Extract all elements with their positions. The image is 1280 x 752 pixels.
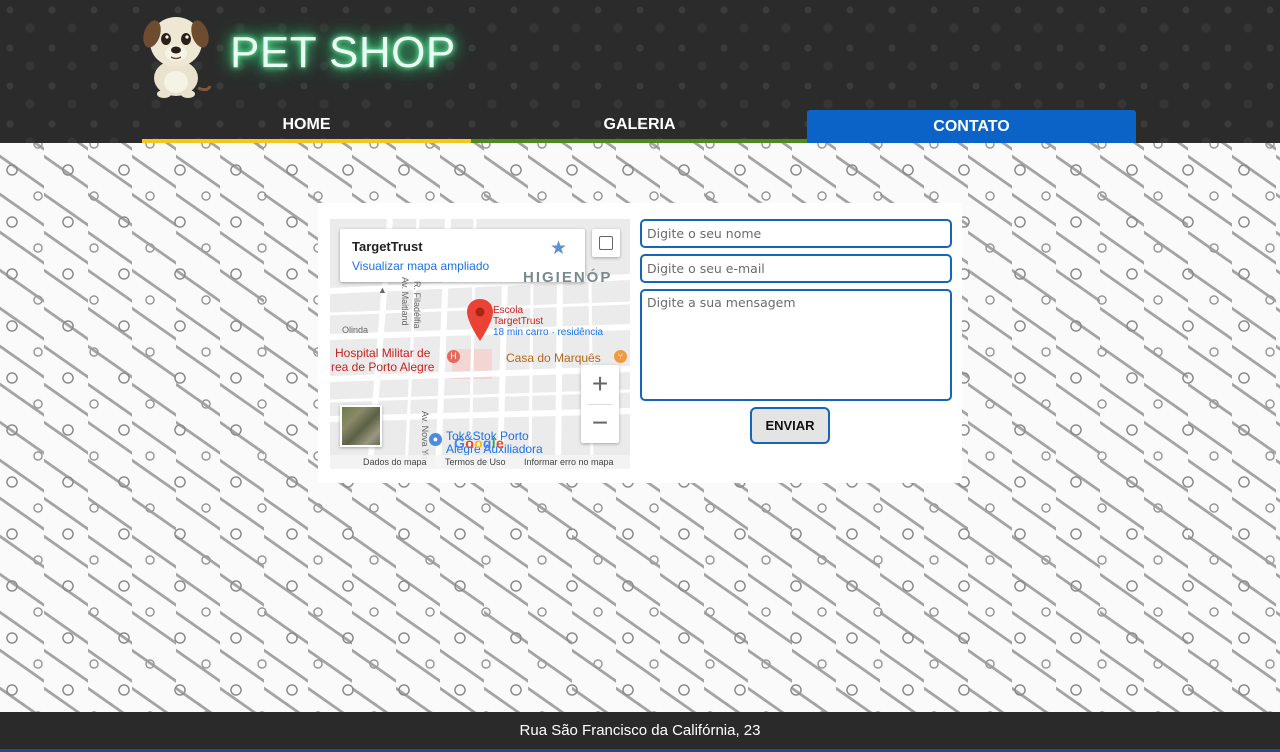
pin-label-line2: TargetTrust: [493, 316, 544, 327]
nav-contato[interactable]: CONTATO: [807, 110, 1136, 143]
zoom-control: + −: [581, 365, 619, 443]
pin-label: Escola TargetTrust 18 min carro · residê…: [493, 305, 603, 338]
embedded-map[interactable]: TargetTrust Visualizar mapa ampliado ★ H…: [330, 219, 630, 469]
star-icon[interactable]: ★: [550, 237, 567, 260]
nav-galeria[interactable]: GALERIA: [471, 110, 808, 143]
google-logo: Google: [454, 435, 505, 451]
nav-home[interactable]: HOME: [142, 110, 471, 143]
restaurant-icon: ⑂: [614, 350, 627, 363]
store-icon: ●: [429, 433, 442, 446]
pin-label-line1: Escola: [493, 305, 524, 316]
street-filadelfia: R. Filadélfia: [412, 281, 422, 329]
zoom-in-icon[interactable]: +: [581, 365, 619, 404]
send-button[interactable]: ENVIAR: [750, 407, 830, 444]
place-name: TargetTrust: [352, 239, 423, 254]
main-nav: HOME GALERIA CONTATO: [142, 110, 1137, 143]
poi-casa-do-marques[interactable]: Casa do Marquês: [506, 351, 601, 365]
poi-hospital-line2[interactable]: rea de Porto Alegre: [331, 360, 434, 374]
pin-label-line3: 18 min carro · residência: [493, 327, 604, 338]
street-nova: Av. Nova Yo: [420, 411, 430, 460]
map-report-link[interactable]: Informar erro no mapa: [524, 457, 614, 467]
brand-title[interactable]: PET SHOP: [230, 28, 456, 78]
footer-address: Rua São Francisco da Califórnia, 23: [519, 722, 761, 739]
street-label: ▲: [378, 285, 387, 295]
street-olinda: Olinda: [342, 325, 369, 335]
message-field[interactable]: [640, 289, 952, 401]
site-footer: Rua São Francisco da Califórnia, 23: [0, 712, 1280, 752]
zoom-out-icon[interactable]: −: [581, 404, 619, 443]
hospital-icon: H: [447, 350, 460, 363]
map-terms-link[interactable]: Termos de Uso: [445, 457, 506, 467]
email-field[interactable]: [640, 254, 952, 283]
street-maitland: Av. Maitland: [400, 277, 410, 326]
view-larger-map-link[interactable]: Visualizar mapa ampliado: [352, 259, 489, 273]
dog-mascot-icon: [143, 17, 212, 98]
fullscreen-icon[interactable]: [592, 229, 620, 257]
region-label: HIGIENÓP: [523, 269, 613, 286]
map-attribution: Dados do mapa Termos de Uso Informar err…: [330, 455, 630, 469]
poi-hospital-line1[interactable]: Hospital Militar de: [335, 346, 430, 360]
satellite-toggle[interactable]: [340, 405, 382, 447]
map-pin-icon[interactable]: [467, 299, 493, 341]
name-field[interactable]: [640, 219, 952, 248]
site-header: PET SHOP HOME GALERIA CONTATO: [0, 0, 1280, 143]
map-data-link[interactable]: Dados do mapa: [363, 457, 427, 467]
